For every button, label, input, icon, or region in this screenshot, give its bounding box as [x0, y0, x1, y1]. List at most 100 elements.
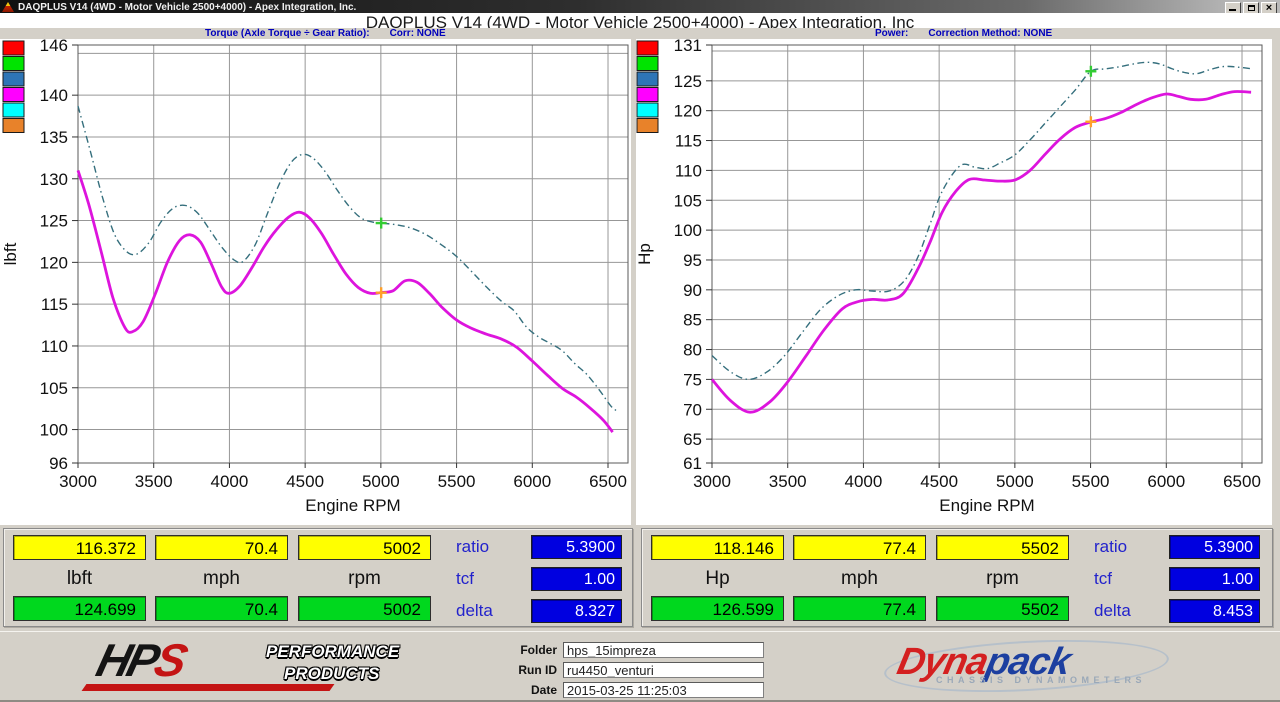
x-axis-title: Engine RPM — [305, 496, 400, 515]
svg-text:5500: 5500 — [438, 472, 476, 491]
svg-text:135: 135 — [40, 128, 68, 147]
legend-swatch — [637, 57, 658, 71]
svg-text:105: 105 — [674, 191, 702, 210]
legend-swatch — [637, 119, 658, 133]
svg-text:6500: 6500 — [1223, 472, 1261, 491]
daqplus-window: DAQPLUS V14 (4WD - Motor Vehicle 2500+40… — [0, 0, 1280, 702]
y-axis-title: lbft — [1, 242, 20, 265]
legend-swatch — [3, 103, 24, 117]
svg-text:3000: 3000 — [693, 472, 731, 491]
speed-unit-label: mph — [793, 565, 926, 591]
tcf-value: 1.00 — [1169, 567, 1260, 591]
svg-text:115: 115 — [675, 132, 702, 151]
svg-text:65: 65 — [683, 430, 702, 449]
run-info-fields: Folder Run ID Date — [505, 640, 764, 700]
torque-current-value: 116.372 — [13, 535, 146, 560]
plot-border — [78, 45, 628, 463]
run-id-label: Run ID — [505, 663, 563, 677]
rpm-unit-label: rpm — [298, 565, 431, 591]
power-unit-label: Hp — [651, 565, 784, 591]
torque-chart: 1461401351301251201151101051009630003500… — [0, 39, 634, 525]
delta-label: delta — [456, 601, 526, 621]
power-header-correction: Correction Method: NONE — [928, 28, 1052, 39]
svg-text:5500: 5500 — [1072, 472, 1110, 491]
svg-text:110: 110 — [675, 161, 702, 180]
legend-swatches — [3, 41, 24, 133]
window-title: DAQPLUS V14 (4WD - Motor Vehicle 2500+40… — [18, 2, 356, 13]
power-reference-value: 126.599 — [651, 596, 784, 621]
restore-icon — [1248, 5, 1255, 11]
rpm-current-value: 5002 — [298, 535, 431, 560]
hps-swoosh — [82, 684, 335, 691]
run-id-row: Run ID — [505, 660, 764, 680]
svg-text:100: 100 — [40, 421, 68, 440]
svg-text:90: 90 — [683, 281, 702, 300]
power-header-label: Power: — [875, 28, 908, 39]
svg-text:6000: 6000 — [513, 472, 551, 491]
svg-text:110: 110 — [41, 337, 68, 356]
run-id-input[interactable] — [563, 662, 764, 678]
delta-value: 8.327 — [531, 599, 622, 623]
legend-swatch — [637, 88, 658, 102]
date-input[interactable] — [563, 682, 764, 698]
svg-text:95: 95 — [683, 251, 702, 270]
cursor-marker — [1085, 66, 1096, 77]
right-margin — [1272, 39, 1280, 525]
torque-readout-panel: 116.372 70.4 5002 lbft mph rpm 124.699 7… — [3, 528, 633, 627]
rpm-reference-value: 5002 — [298, 596, 431, 621]
power-chart-header: Power: Correction Method: NONE — [875, 28, 1052, 39]
torque-reference-value: 124.699 — [13, 596, 146, 621]
svg-text:125: 125 — [40, 212, 68, 231]
svg-text:61: 61 — [683, 454, 702, 473]
torque-header-label: Torque (Axle Torque ÷ Gear Ratio): — [205, 28, 370, 39]
folder-input[interactable] — [563, 642, 764, 658]
cursor-marker — [376, 218, 387, 229]
delta-label: delta — [1094, 601, 1164, 621]
speed-unit-label: mph — [155, 565, 288, 591]
svg-text:5000: 5000 — [362, 472, 400, 491]
page-title: DAQPLUS V14 (4WD - Motor Vehicle 2500+40… — [0, 13, 1280, 28]
hps-word-performance: PERFORMANCE — [266, 641, 399, 663]
ratio-label: ratio — [1094, 537, 1164, 557]
legend-swatch — [3, 72, 24, 86]
date-label: Date — [505, 683, 563, 697]
svg-text:70: 70 — [683, 400, 702, 419]
footer: HPS PERFORMANCE PRODUCTS Folder Run ID D… — [0, 631, 1280, 702]
svg-text:120: 120 — [40, 253, 68, 272]
cursor-marker — [376, 287, 387, 298]
axis-labels: 1461401351301251201151101051009630003500… — [40, 39, 627, 491]
svg-text:4500: 4500 — [920, 472, 958, 491]
legend-swatches — [637, 41, 658, 133]
tcf-label: tcf — [456, 569, 526, 589]
svg-text:85: 85 — [683, 311, 702, 330]
svg-text:125: 125 — [674, 72, 702, 91]
svg-text:100: 100 — [674, 221, 702, 240]
svg-text:6500: 6500 — [589, 472, 627, 491]
y-axis-title: Hp — [635, 243, 654, 265]
svg-text:4000: 4000 — [845, 472, 883, 491]
speed-current-value: 77.4 — [793, 535, 926, 560]
hps-logo-words: PERFORMANCE PRODUCTS — [266, 641, 399, 685]
hps-logo-letters: HPS — [92, 635, 190, 685]
svg-text:115: 115 — [41, 295, 68, 314]
svg-text:5000: 5000 — [996, 472, 1034, 491]
svg-text:3500: 3500 — [769, 472, 807, 491]
legend-swatch — [3, 41, 24, 55]
torque-chart-header: Torque (Axle Torque ÷ Gear Ratio):Corr: … — [205, 28, 446, 39]
svg-text:4500: 4500 — [286, 472, 324, 491]
folder-label: Folder — [505, 643, 563, 657]
chart-divider — [631, 39, 636, 525]
gridlines — [712, 45, 1262, 463]
svg-text:80: 80 — [683, 341, 702, 360]
svg-text:131: 131 — [674, 39, 702, 55]
svg-text:146: 146 — [40, 39, 68, 55]
app-icon — [2, 2, 14, 12]
svg-text:3500: 3500 — [135, 472, 173, 491]
power-readout-panel: 118.146 77.4 5502 Hp mph rpm 126.599 77.… — [641, 528, 1273, 627]
speed-current-value: 70.4 — [155, 535, 288, 560]
x-axis-title: Engine RPM — [939, 496, 1034, 515]
gridlines — [78, 45, 628, 463]
ratio-value: 5.3900 — [1169, 535, 1260, 559]
legend-swatch — [637, 72, 658, 86]
svg-text:75: 75 — [683, 370, 702, 389]
